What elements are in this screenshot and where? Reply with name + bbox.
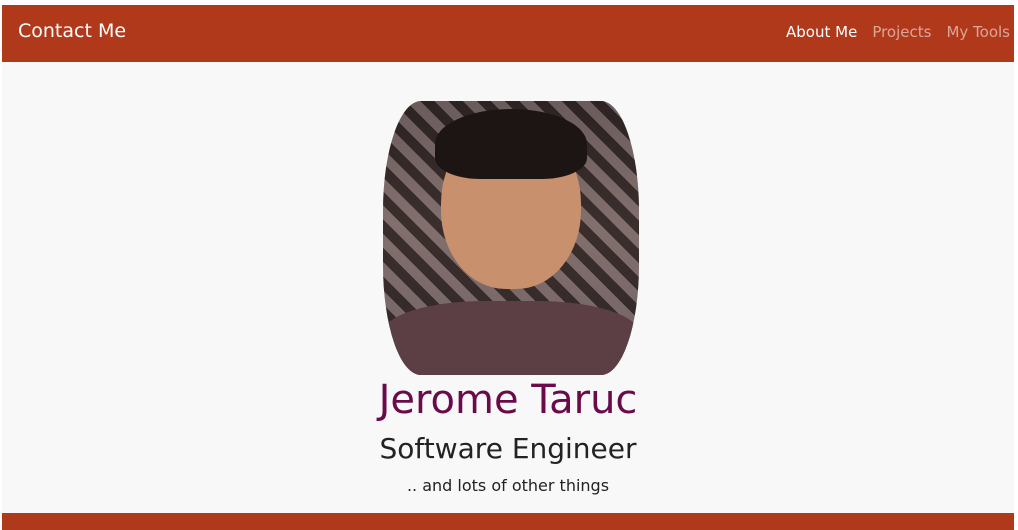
- nav-projects[interactable]: Projects: [872, 23, 931, 41]
- profile-tagline: .. and lots of other things: [406, 476, 610, 495]
- profile-photo: [383, 101, 639, 375]
- page-frame: Contact Me About Me Projects My Tools Je…: [2, 5, 1014, 530]
- navbar: Contact Me About Me Projects My Tools: [2, 5, 1014, 62]
- photo-hair: [435, 109, 587, 179]
- brand-contact-link[interactable]: Contact Me: [18, 20, 126, 42]
- nav-links: About Me Projects My Tools: [786, 23, 1010, 41]
- profile-name: Jerome Taruc: [378, 377, 638, 423]
- nav-my-tools[interactable]: My Tools: [946, 23, 1010, 41]
- photo-shirt: [383, 301, 639, 375]
- profile-title: Software Engineer: [379, 432, 637, 465]
- nav-about-me[interactable]: About Me: [786, 23, 857, 41]
- footer-bar: [2, 513, 1014, 530]
